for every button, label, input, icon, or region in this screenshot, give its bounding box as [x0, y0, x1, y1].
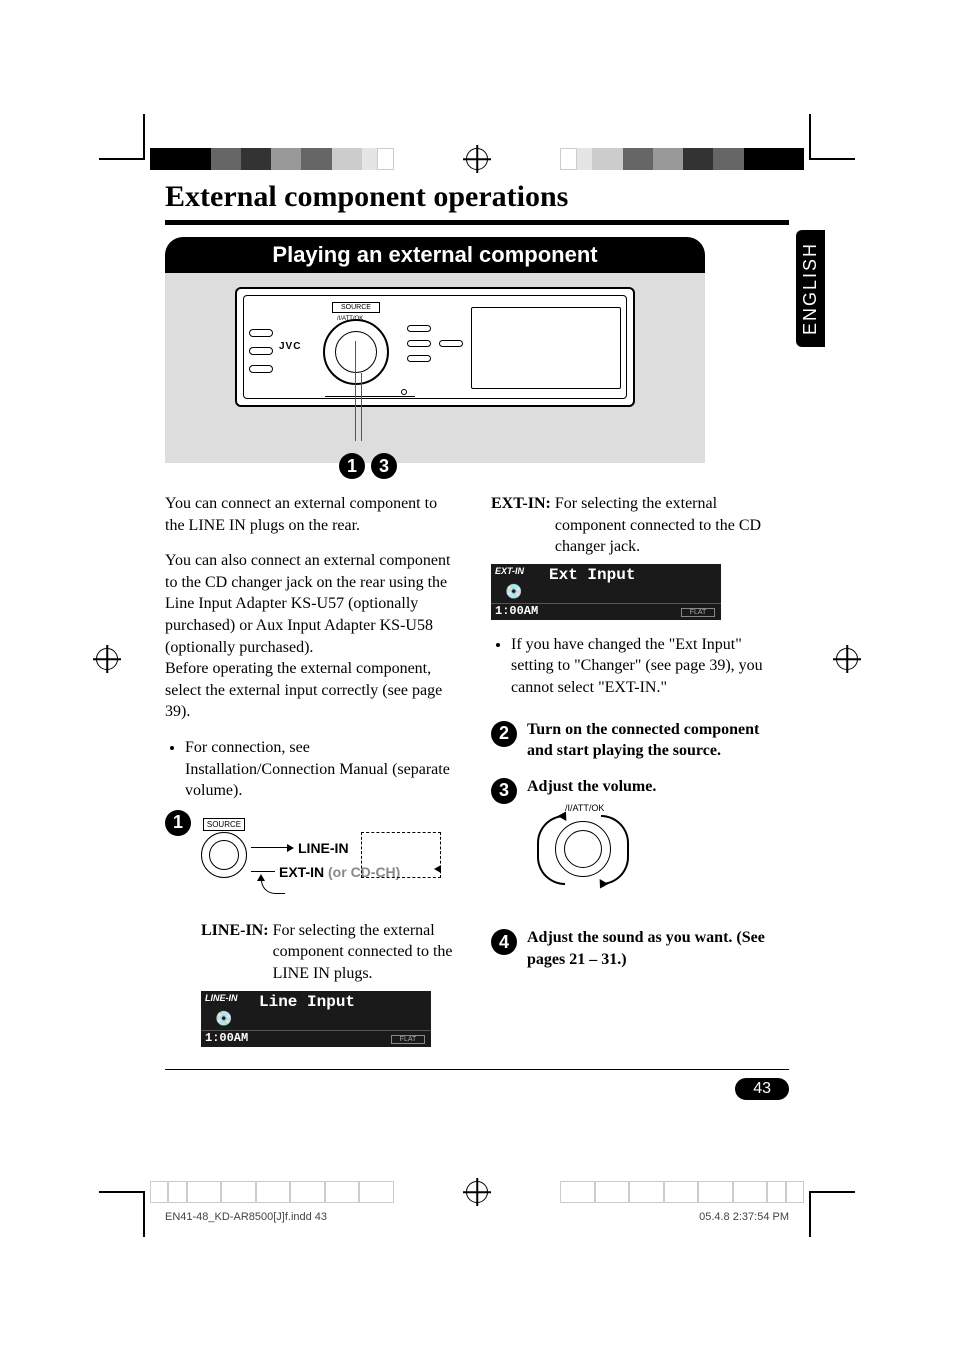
linein-term: LINE-IN: [201, 920, 269, 985]
registration-mark-icon [466, 1181, 488, 1203]
callout-1-icon: 1 [339, 453, 365, 479]
linein-definition: For selecting the external component con… [273, 920, 455, 985]
footer-rule [165, 1069, 789, 1070]
lcd-input-text: Ext Input [549, 566, 635, 584]
lcd-eq-badge: FLAT [391, 1035, 425, 1044]
page-title: External component operations [165, 180, 789, 214]
faceplate-diagram: JVC SOURCE /I/ATT/OK 1 3 [165, 273, 705, 463]
rotary-dial-icon [201, 832, 247, 878]
volume-adjust-diagram: /I/ATT/OK [527, 803, 637, 903]
lcd-source-label: LINE-IN [205, 993, 238, 1003]
page-number: 43 [735, 1078, 789, 1100]
registration-mark-icon [466, 148, 488, 170]
language-tab: ENGLISH [796, 230, 825, 347]
step-4-icon: 4 [491, 929, 517, 955]
extin-note: If you have changed the "Ext Input" sett… [511, 634, 781, 699]
volume-knob-label: /I/ATT/OK [565, 803, 604, 813]
step-3-text: Adjust the volume. [527, 778, 656, 795]
callout-3-icon: 3 [371, 453, 397, 479]
print-file-name: EN41-48_KD-AR8500[J]f.indd 43 [165, 1211, 327, 1223]
rotary-dial-icon [323, 319, 389, 385]
lcd-input-text: Line Input [259, 993, 355, 1011]
color-bar [150, 148, 394, 170]
extin-term: EXT-IN: [491, 493, 551, 558]
lcd-source-label: EXT-IN [495, 566, 524, 576]
extin-definition: For selecting the external component con… [555, 493, 781, 558]
color-bar [150, 1181, 394, 1203]
source-selection-diagram: SOURCE LINE-IN EXT-IN (or CD-CH) [201, 818, 441, 896]
step-4-text: Adjust the sound as you want. (See pages… [527, 929, 765, 968]
step-3-icon: 3 [491, 778, 517, 804]
connection-note: For connection, see Installation/Connect… [185, 737, 455, 802]
registration-mark-icon [96, 648, 118, 670]
disc-icon: 💿 [505, 584, 525, 598]
lcd-time: 1:00AM [495, 604, 538, 618]
intro-para-2: You can also connect an external compone… [165, 550, 455, 658]
registration-mark-icon [836, 648, 858, 670]
lcd-eq-badge: FLAT [681, 608, 715, 617]
title-rule [165, 220, 789, 225]
step-2-icon: 2 [491, 721, 517, 747]
print-timestamp: 05.4.8 2:37:54 PM [699, 1211, 789, 1223]
display-screen-icon [471, 307, 621, 389]
color-bar [560, 1181, 804, 1203]
step-2-text: Turn on the connected component and star… [527, 721, 759, 760]
step-1-icon: 1 [165, 810, 191, 836]
lcd-time: 1:00AM [205, 1031, 248, 1045]
jvc-logo: JVC [279, 341, 301, 352]
intro-para-1: You can connect an external component to… [165, 493, 455, 536]
source-label: SOURCE [203, 818, 245, 831]
source-button-label: SOURCE [332, 302, 380, 313]
lcd-extin-screenshot: EXT-IN Ext Input 💿 1:00AM FLAT [491, 564, 721, 620]
intro-para-3: Before operating the external component,… [165, 658, 455, 723]
section-heading: Playing an external component [165, 237, 705, 273]
disc-icon: 💿 [215, 1011, 235, 1025]
faceplate-illustration: JVC SOURCE /I/ATT/OK [235, 287, 635, 407]
color-bar [560, 148, 804, 170]
lcd-linein-screenshot: LINE-IN Line Input 💿 1:00AM FLAT [201, 991, 431, 1047]
linein-route-label: LINE-IN [298, 840, 349, 856]
